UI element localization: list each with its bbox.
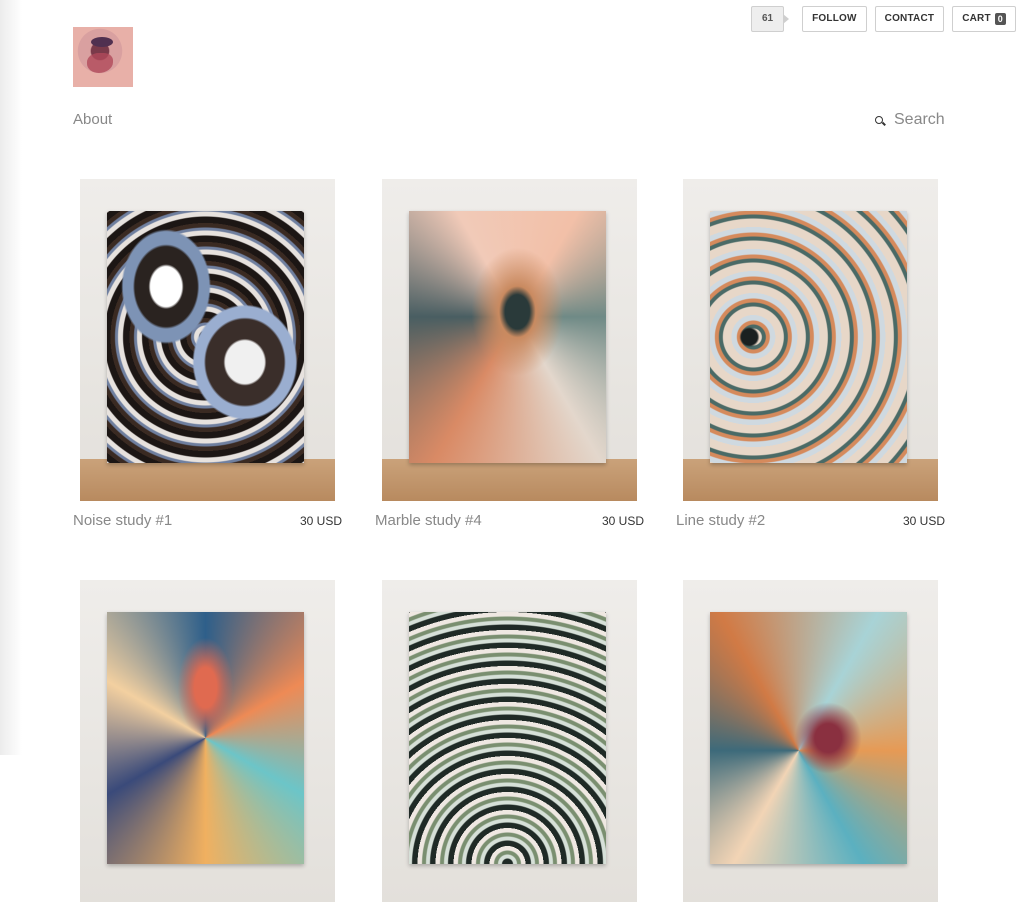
search-input[interactable] xyxy=(894,111,964,129)
top-actions: 61 FOLLOW CONTACT CART 0 xyxy=(751,6,1016,32)
product-image[interactable] xyxy=(80,580,335,902)
cart-label: CART xyxy=(962,13,991,24)
cart-button[interactable]: CART 0 xyxy=(952,6,1016,32)
artwork-print xyxy=(409,612,606,864)
product-info: Marble study #4 30 USD xyxy=(375,512,644,532)
product-card[interactable] xyxy=(382,580,637,902)
product-info: Noise study #1 30 USD xyxy=(73,512,342,532)
product-price: 30 USD xyxy=(299,514,342,528)
product-title[interactable]: Marble study #4 xyxy=(375,512,482,529)
wood-shelf xyxy=(382,459,637,501)
product-title[interactable]: Line study #2 xyxy=(676,512,765,529)
product-card[interactable]: Marble study #4 30 USD xyxy=(375,179,644,532)
cart-count-badge: 0 xyxy=(994,13,1006,25)
search-bar xyxy=(874,111,964,129)
product-image[interactable] xyxy=(80,179,335,501)
product-price: 30 USD xyxy=(902,514,945,528)
product-image[interactable] xyxy=(382,179,637,501)
product-image[interactable] xyxy=(683,179,938,501)
product-card[interactable] xyxy=(683,580,938,902)
nav-about-link[interactable]: About xyxy=(73,111,112,128)
artwork-print xyxy=(710,612,907,864)
artwork-print xyxy=(710,211,907,463)
follow-button[interactable]: FOLLOW xyxy=(802,6,867,32)
product-info: Line study #2 30 USD xyxy=(676,512,945,532)
product-price: 30 USD xyxy=(601,514,644,528)
contact-button[interactable]: CONTACT xyxy=(874,6,945,32)
artwork-print xyxy=(107,211,304,463)
search-icon[interactable] xyxy=(874,115,885,126)
product-card[interactable] xyxy=(80,580,335,902)
artwork-print xyxy=(107,612,304,864)
product-image[interactable] xyxy=(683,580,938,902)
wood-shelf xyxy=(683,459,938,501)
shop-logo[interactable] xyxy=(73,27,133,87)
follow-count: 61 xyxy=(751,6,790,32)
product-image[interactable] xyxy=(382,580,637,902)
page-edge-shadow xyxy=(0,0,22,755)
product-title[interactable]: Noise study #1 xyxy=(73,512,172,529)
product-card[interactable]: Line study #2 30 USD xyxy=(676,179,945,532)
wood-shelf xyxy=(80,459,335,501)
artwork-print xyxy=(409,211,606,463)
product-card[interactable]: Noise study #1 30 USD xyxy=(73,179,342,532)
